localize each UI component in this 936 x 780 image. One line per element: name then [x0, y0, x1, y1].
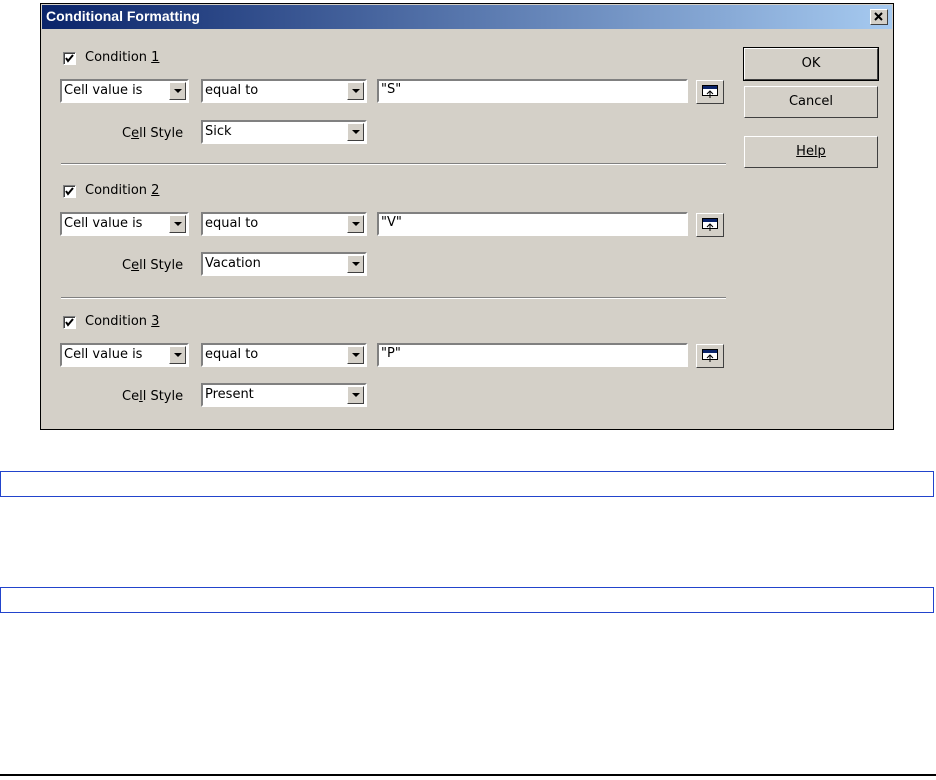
condition-3-value-input[interactable]	[381, 346, 671, 361]
shrink-dialog-icon	[702, 349, 718, 362]
condition-1-value-field[interactable]	[377, 79, 688, 103]
label-part: C	[122, 258, 132, 273]
condition-2-operator-select[interactable]: equal to	[201, 212, 367, 236]
help-button-label: Help	[796, 144, 826, 159]
label-part: ll Style	[139, 258, 184, 273]
condition-1-cell-style-label: Cell Style	[122, 126, 183, 141]
dropdown-arrow-icon[interactable]	[169, 215, 186, 233]
condition-1-value-input[interactable]	[381, 82, 671, 97]
info-box-1	[0, 471, 934, 497]
title-bar[interactable]: Conditional Formatting	[42, 5, 892, 29]
condition-label-text: Condition	[85, 50, 152, 65]
dropdown-arrow-icon[interactable]	[169, 346, 186, 364]
condition-3-cell-style-label: Cell Style	[122, 389, 183, 404]
cancel-button[interactable]: Cancel	[744, 86, 878, 118]
shrink-dialog-icon	[702, 85, 718, 98]
select-value: equal to	[205, 83, 259, 98]
separator	[61, 297, 726, 299]
info-box-2	[0, 587, 934, 613]
condition-1-shrink-button[interactable]	[696, 80, 724, 104]
condition-3-label[interactable]: Condition 3	[85, 314, 159, 329]
label-part: ll Style	[139, 126, 184, 141]
separator	[61, 163, 726, 165]
label-part: C	[122, 126, 132, 141]
condition-1-type-select[interactable]: Cell value is	[60, 79, 189, 103]
condition-3-value-field[interactable]	[377, 343, 688, 367]
close-button[interactable]	[870, 9, 888, 25]
condition-label-text: Condition	[85, 183, 152, 198]
dropdown-arrow-icon[interactable]	[347, 123, 364, 141]
dropdown-arrow-icon[interactable]	[347, 215, 364, 233]
condition-2-value-input[interactable]	[381, 215, 671, 230]
select-value: Sick	[205, 124, 232, 139]
dropdown-arrow-icon[interactable]	[347, 255, 364, 273]
condition-2-label[interactable]: Condition 2	[85, 183, 159, 198]
help-button[interactable]: Help	[744, 136, 878, 168]
condition-2-cell-style-label: Cell Style	[122, 258, 183, 273]
checkmark-icon	[65, 187, 74, 196]
condition-number: 2	[151, 183, 160, 198]
dropdown-arrow-icon[interactable]	[347, 82, 364, 100]
condition-3-style-select[interactable]: Present	[201, 383, 367, 407]
condition-label-text: Condition	[85, 314, 152, 329]
condition-1-label[interactable]: Condition 1	[85, 50, 159, 65]
label-part: Ce	[122, 389, 140, 404]
select-value: Vacation	[205, 256, 261, 271]
condition-2-style-select[interactable]: Vacation	[201, 252, 367, 276]
condition-number: 1	[151, 50, 160, 65]
select-value: Present	[205, 387, 254, 402]
shrink-dialog-icon	[702, 218, 718, 231]
checkmark-icon	[65, 54, 74, 63]
dialog-title: Conditional Formatting	[46, 8, 200, 24]
dropdown-arrow-icon[interactable]	[347, 386, 364, 404]
label-accelerator: e	[131, 258, 140, 273]
condition-2-value-field[interactable]	[377, 212, 688, 236]
select-value: equal to	[205, 347, 259, 362]
condition-2-shrink-button[interactable]	[696, 213, 724, 237]
condition-1-operator-select[interactable]: equal to	[201, 79, 367, 103]
condition-3-checkbox[interactable]	[63, 316, 76, 329]
condition-3-type-select[interactable]: Cell value is	[60, 343, 189, 367]
dropdown-arrow-icon[interactable]	[169, 82, 186, 100]
condition-3-shrink-button[interactable]	[696, 344, 724, 368]
conditional-formatting-dialog: Conditional Formatting Condition 1 Cell …	[40, 3, 894, 430]
select-value: equal to	[205, 216, 259, 231]
condition-1-style-select[interactable]: Sick	[201, 120, 367, 144]
select-value: Cell value is	[64, 347, 143, 362]
condition-3-operator-select[interactable]: equal to	[201, 343, 367, 367]
label-accelerator: e	[131, 126, 140, 141]
condition-2-checkbox[interactable]	[63, 185, 76, 198]
checkmark-icon	[65, 318, 74, 327]
ok-button[interactable]: OK	[743, 47, 879, 81]
select-value: Cell value is	[64, 216, 143, 231]
close-x-icon	[874, 12, 883, 21]
select-value: Cell value is	[64, 83, 143, 98]
condition-number: 3	[151, 314, 160, 329]
footer-rule	[0, 774, 936, 776]
dropdown-arrow-icon[interactable]	[347, 346, 364, 364]
condition-2-type-select[interactable]: Cell value is	[60, 212, 189, 236]
label-part: l Style	[142, 389, 184, 404]
condition-1-checkbox[interactable]	[63, 52, 76, 65]
